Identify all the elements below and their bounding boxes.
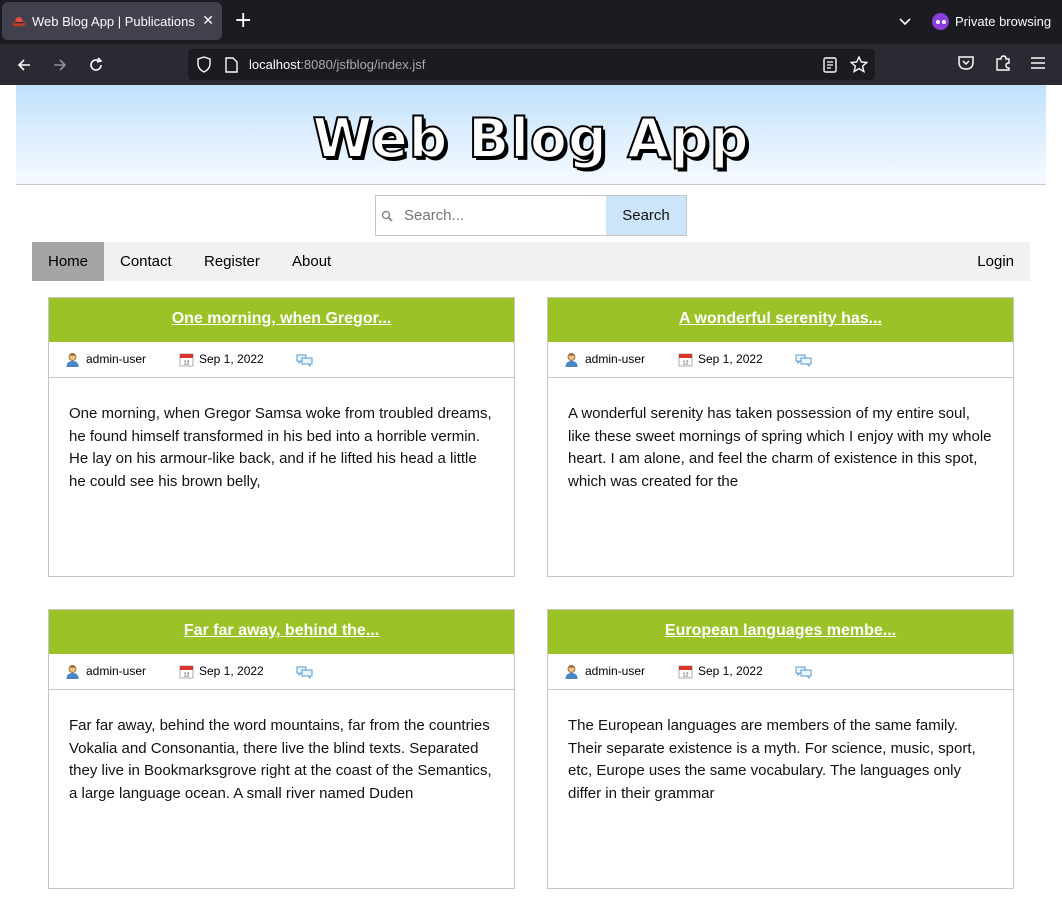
page-icon: [225, 57, 238, 73]
url-bar[interactable]: localhost:8080/jsfblog/index.jsf: [188, 49, 875, 80]
post-title-link[interactable]: Far far away, behind the...: [184, 622, 379, 639]
comments-icon[interactable]: [795, 665, 812, 680]
reload-icon[interactable]: [85, 54, 107, 76]
search-icon: [381, 210, 393, 222]
post-date: Sep 1, 2022: [199, 352, 264, 366]
post-date: Sep 1, 2022: [698, 352, 763, 366]
calendar-icon: 12: [678, 665, 693, 679]
post-card: A wonderful serenity has... admin-user 1…: [547, 297, 1014, 577]
post-meta: admin-user 12 Sep 1, 2022: [548, 654, 1013, 690]
post-meta: admin-user 12 Sep 1, 2022: [548, 342, 1013, 378]
shield-icon[interactable]: [196, 56, 212, 73]
post-date: Sep 1, 2022: [698, 664, 763, 678]
post-date: Sep 1, 2022: [199, 664, 264, 678]
close-tab-icon[interactable]: ✕: [202, 13, 214, 27]
calendar-icon: 12: [179, 353, 194, 367]
post-excerpt: One morning, when Gregor Samsa woke from…: [69, 405, 492, 490]
browser-tab-bar: Web Blog App | Publications ✕ + Private …: [0, 0, 1062, 44]
menu-item-home[interactable]: Home: [32, 242, 105, 281]
extensions-puzzle-icon[interactable]: [994, 54, 1012, 72]
url-path: :8080/jsfblog/index.jsf: [300, 57, 426, 72]
post-author: admin-user: [86, 352, 147, 366]
svg-text:12: 12: [682, 673, 688, 679]
post-excerpt: A wonderful serenity has taken possessio…: [568, 405, 992, 490]
post-card: European languages membe... admin-user 1…: [547, 609, 1014, 889]
post-card: Far far away, behind the... admin-user 1…: [48, 609, 515, 889]
post-title-link[interactable]: One morning, when Gregor...: [172, 310, 392, 327]
search-form: Search: [375, 195, 687, 236]
tab-title: Web Blog App | Publications: [32, 13, 195, 29]
svg-text:12: 12: [682, 361, 688, 367]
calendar-icon: 12: [678, 353, 693, 367]
search-input[interactable]: [398, 196, 606, 235]
post-header: Far far away, behind the...: [49, 610, 514, 654]
user-icon: [565, 665, 578, 679]
hat-favicon-icon: [12, 17, 26, 27]
comments-icon[interactable]: [296, 665, 313, 680]
url-text[interactable]: localhost:8080/jsfblog/index.jsf: [249, 57, 425, 72]
svg-text:12: 12: [183, 673, 189, 679]
user-icon: [565, 353, 578, 367]
post-header: European languages membe...: [548, 610, 1013, 654]
browser-tab[interactable]: Web Blog App | Publications ✕: [2, 2, 222, 40]
hamburger-menu-icon[interactable]: [1030, 54, 1046, 72]
post-title-link[interactable]: A wonderful serenity has...: [679, 310, 882, 327]
browser-nav-bar: localhost:8080/jsfblog/index.jsf: [0, 44, 1062, 85]
post-meta: admin-user 12 Sep 1, 2022: [49, 342, 514, 378]
post-meta: admin-user 12 Sep 1, 2022: [49, 654, 514, 690]
comments-icon[interactable]: [296, 353, 313, 368]
calendar-icon: 12: [179, 665, 194, 679]
url-host: localhost: [249, 57, 301, 72]
main-menu: Home Contact Register About Login: [32, 242, 1030, 281]
post-header: A wonderful serenity has...: [548, 298, 1013, 342]
private-browsing-indicator: Private browsing: [932, 13, 1051, 30]
private-browsing-label: Private browsing: [955, 14, 1052, 29]
post-author: admin-user: [585, 664, 646, 678]
search-button[interactable]: Search: [606, 195, 687, 236]
post-title-link[interactable]: European languages membe...: [665, 622, 896, 639]
user-icon: [66, 353, 79, 367]
forward-arrow-icon[interactable]: [49, 54, 71, 76]
comments-icon[interactable]: [795, 353, 812, 368]
private-mask-icon: [932, 13, 949, 30]
new-tab-icon[interactable]: +: [234, 10, 252, 32]
pocket-icon[interactable]: [957, 54, 975, 72]
post-header: One morning, when Gregor...: [49, 298, 514, 342]
post-excerpt: Far far away, behind the word mountains,…: [69, 717, 492, 802]
bookmark-star-icon[interactable]: [850, 56, 868, 73]
reader-view-icon[interactable]: [823, 57, 837, 73]
post-card: One morning, when Gregor... admin-user 1…: [48, 297, 515, 577]
menu-item-about[interactable]: About: [276, 242, 347, 281]
svg-text:12: 12: [183, 361, 189, 367]
post-author: admin-user: [86, 664, 147, 678]
chevron-down-icon[interactable]: [898, 15, 912, 29]
menu-item-contact[interactable]: Contact: [104, 242, 188, 281]
menu-item-login[interactable]: Login: [961, 242, 1030, 281]
user-icon: [66, 665, 79, 679]
post-excerpt: The European languages are members of th…: [568, 717, 976, 802]
post-author: admin-user: [585, 352, 646, 366]
site-header: Web Blog App: [16, 85, 1046, 185]
page-content: Web Blog App Search Home Contact Registe…: [0, 85, 1062, 923]
menu-item-register[interactable]: Register: [188, 242, 276, 281]
back-arrow-icon[interactable]: [13, 54, 35, 76]
site-title: Web Blog App: [311, 106, 750, 171]
